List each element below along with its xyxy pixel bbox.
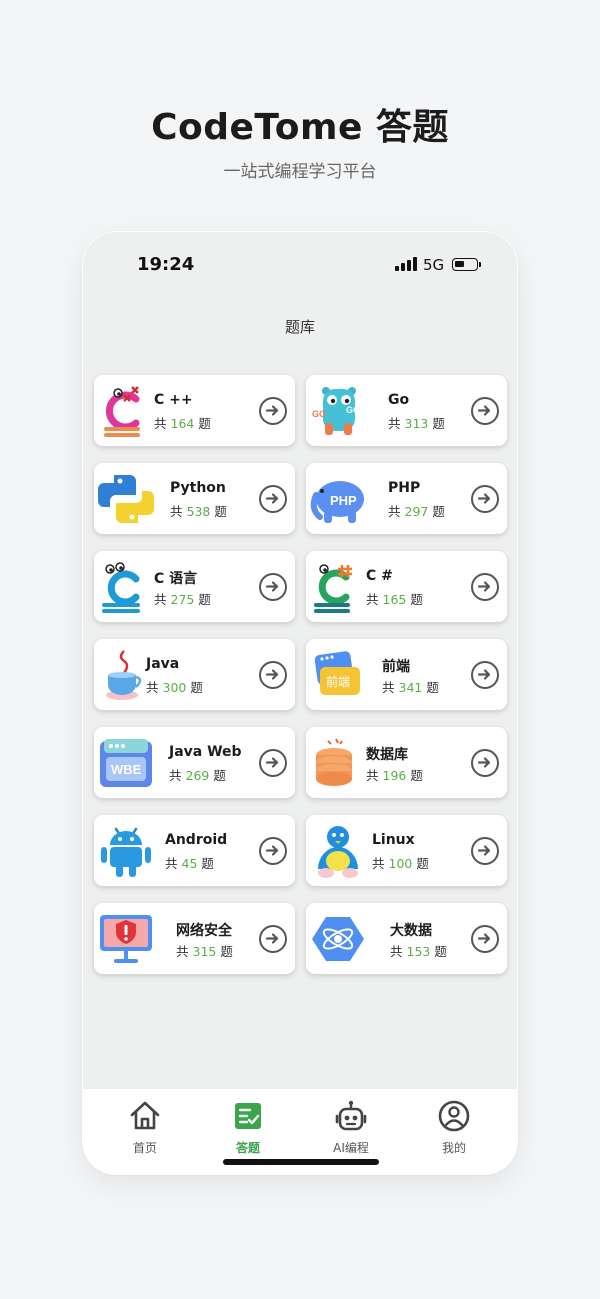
category-count: 共 269 题	[169, 768, 226, 783]
category-count: 共 45 题	[165, 856, 214, 871]
linux-penguin-icon	[318, 826, 358, 878]
category-name: Java	[146, 656, 180, 672]
page-title: 题库	[284, 318, 315, 336]
category-card-android[interactable]: Android 共 45 题	[94, 815, 295, 886]
frontend-icon-text: 前端	[326, 674, 350, 689]
home-indicator	[223, 1159, 379, 1165]
category-count: 共 153 题	[390, 944, 447, 959]
status-bar: 19:24 5G	[83, 232, 517, 292]
category-card-php[interactable]: PHP PHP 共 297 题	[306, 463, 507, 534]
go-gopher-icon: GO GO	[312, 387, 360, 435]
category-card-network-security[interactable]: 网络安全 共 315 题	[94, 903, 295, 974]
hero-subtitle: 一站式编程学习平台	[223, 162, 377, 182]
category-card-linux[interactable]: Linux 共 100 题	[306, 815, 507, 886]
category-name: C #	[366, 568, 393, 584]
android-robot-icon	[101, 827, 151, 877]
category-name: Go	[388, 392, 410, 408]
category-name: 数据库	[366, 747, 408, 763]
java-web-icon: WBE	[100, 739, 152, 787]
svg-text:GO: GO	[312, 409, 326, 419]
arrow-right-icon[interactable]	[259, 925, 287, 953]
tab-profile[interactable]: 我的	[414, 1099, 494, 1156]
category-name: Linux	[372, 832, 415, 848]
arrow-right-icon[interactable]	[259, 397, 287, 425]
arrow-right-icon[interactable]	[471, 397, 499, 425]
category-name: 前端	[382, 659, 410, 675]
arrow-right-icon[interactable]	[471, 837, 499, 865]
category-card-database[interactable]: 数据库 共 196 题	[306, 727, 507, 798]
category-count: 共 313 题	[388, 416, 445, 431]
category-name: PHP	[388, 480, 421, 496]
python-logo-icon	[98, 475, 154, 523]
category-name: 大数据	[390, 923, 432, 939]
php-elephant-icon: PHP	[310, 481, 364, 523]
category-count: 共 538 题	[170, 504, 227, 519]
tab-label: AI编程	[333, 1141, 369, 1155]
arrow-right-icon[interactable]	[471, 925, 499, 953]
csharp-logo-icon	[314, 564, 352, 613]
category-name: Java Web	[169, 744, 242, 760]
home-icon	[130, 1101, 160, 1130]
arrow-right-icon[interactable]	[471, 573, 499, 601]
php-icon-text: PHP	[330, 493, 357, 508]
quiz-icon	[235, 1103, 261, 1129]
arrow-right-icon[interactable]	[471, 749, 499, 777]
profile-icon	[438, 1100, 470, 1132]
arrow-right-icon[interactable]	[259, 485, 287, 513]
tab-quiz[interactable]: 答题	[208, 1099, 288, 1156]
svg-text:GO: GO	[346, 405, 360, 415]
category-count: 共 297 题	[388, 504, 445, 519]
category-count: 共 165 题	[366, 592, 423, 607]
category-card-frontend[interactable]: 前端 前端 共 341 题	[306, 639, 507, 710]
frontend-icon: 前端	[314, 651, 360, 695]
tab-label: 我的	[441, 1141, 466, 1155]
category-count: 共 196 题	[366, 768, 423, 783]
category-name: C 语言	[154, 571, 198, 587]
phone-mockup: 19:24 5G 题库 C ++ 共 164 题 GO GO Go 共 313 …	[82, 231, 518, 1175]
hero-title: CodeTome 答题	[151, 107, 449, 148]
tab-home[interactable]: 首页	[105, 1099, 185, 1156]
arrow-right-icon[interactable]	[259, 573, 287, 601]
category-count: 共 315 题	[176, 944, 233, 959]
arrow-right-icon[interactable]	[259, 749, 287, 777]
category-name: Python	[170, 480, 226, 496]
category-count: 共 341 题	[382, 680, 439, 695]
category-card-go[interactable]: GO GO Go 共 313 题	[306, 375, 507, 446]
category-count: 共 164 题	[154, 416, 211, 431]
category-card-csharp[interactable]: C # 共 165 题	[306, 551, 507, 622]
arrow-right-icon[interactable]	[259, 661, 287, 689]
category-card-python[interactable]: Python 共 538 题	[94, 463, 295, 534]
battery-icon	[452, 258, 481, 271]
category-count: 共 275 题	[154, 592, 211, 607]
status-time: 19:24	[137, 254, 195, 275]
category-name: 网络安全	[176, 923, 232, 939]
arrow-right-icon[interactable]	[471, 661, 499, 689]
category-count: 共 300 题	[146, 680, 203, 695]
web-icon-text: WBE	[111, 762, 142, 777]
category-card-cpp[interactable]: C ++ 共 164 题	[94, 375, 295, 446]
signal-icon	[395, 257, 417, 271]
tab-label: 首页	[132, 1141, 157, 1155]
big-data-icon	[312, 917, 364, 961]
robot-icon	[335, 1100, 367, 1131]
category-name: Android	[165, 832, 228, 848]
arrow-right-icon[interactable]	[259, 837, 287, 865]
arrow-right-icon[interactable]	[471, 485, 499, 513]
category-name: C ++	[154, 392, 193, 408]
cpp-logo-icon	[104, 386, 140, 437]
category-card-big-data[interactable]: 大数据 共 153 题	[306, 903, 507, 974]
category-card-javaweb[interactable]: WBE Java Web 共 269 题	[94, 727, 295, 798]
database-icon	[316, 738, 352, 786]
category-card-c[interactable]: C 语言 共 275 题	[94, 551, 295, 622]
network-type: 5G	[423, 256, 445, 274]
category-count: 共 100 题	[372, 856, 429, 871]
tab-label: 答题	[235, 1141, 260, 1155]
category-card-java[interactable]: Java 共 300 题	[94, 639, 295, 710]
network-security-icon	[100, 915, 152, 963]
tab-ai-coding[interactable]: AI编程	[311, 1099, 391, 1156]
c-language-icon	[102, 562, 140, 613]
